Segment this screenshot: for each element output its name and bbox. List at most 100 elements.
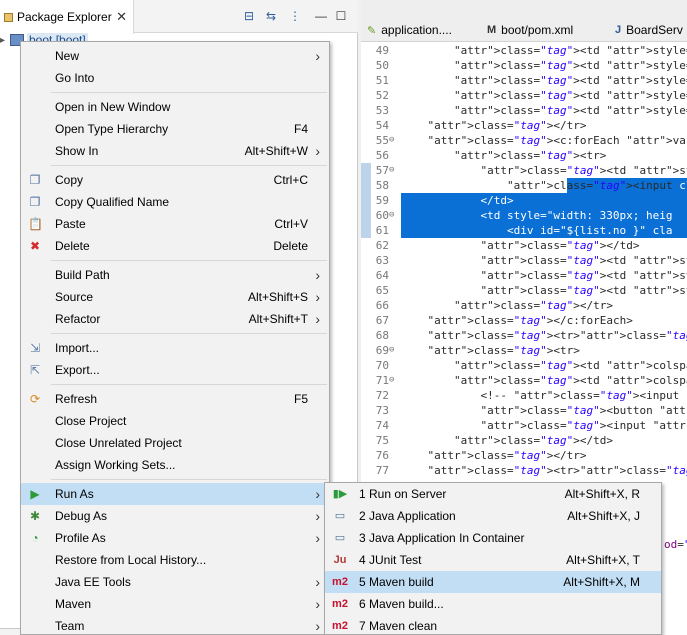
code-line[interactable]: 70 "attr">class="tag"><td "attr">colspan…	[361, 358, 687, 373]
code-line[interactable]: 60 ⊖ <td style="width: 330px; heig	[361, 208, 687, 223]
code-text: <td style="width: 330px; heig	[401, 209, 673, 222]
code-line[interactable]: 74 "attr">class="tag"><input "attr">type…	[361, 418, 687, 433]
menu-item-new[interactable]: New ›	[21, 45, 329, 67]
menu-item-label: Assign Working Sets...	[55, 458, 176, 472]
code-line[interactable]: 76 "attr">class="tag"></tr>	[361, 448, 687, 463]
code-line[interactable]: 67 "attr">class="tag"></c:forEach>	[361, 313, 687, 328]
menu-item-go-into[interactable]: Go Into	[21, 67, 329, 89]
submenu-item-5-maven-build[interactable]: m2 5 Maven build Alt+Shift+X, M	[325, 571, 661, 593]
chevron-right-icon: ›	[315, 486, 320, 502]
submenu-item-3-java-application-in-container[interactable]: ▭ 3 Java Application In Container	[325, 527, 661, 549]
code-line[interactable]: 50 "attr">class="tag"><td "attr">style="…	[361, 58, 687, 73]
code-line[interactable]: 52 "attr">class="tag"><td "attr">style="…	[361, 88, 687, 103]
menu-item-open-in-new-window[interactable]: Open in New Window	[21, 96, 329, 118]
menu-item-show-in[interactable]: Show In Alt+Shift+W ›	[21, 140, 329, 162]
fold-toggle-icon[interactable]: ⊖	[389, 163, 399, 178]
fold-toggle-icon[interactable]: ⊖	[389, 208, 399, 223]
menu-item-run-as[interactable]: ▶ Run As ›	[21, 483, 329, 505]
submenu-item-shortcut: Alt+Shift+X, J	[567, 509, 640, 523]
code-line[interactable]: 57⊖ "attr">class="tag"><td "attr">style=…	[361, 163, 687, 178]
menu-item-label: Close Project	[55, 414, 127, 428]
menu-item-import[interactable]: ⇲ Import...	[21, 337, 329, 359]
chevron-right-icon: ›	[315, 508, 320, 524]
code-line[interactable]: 62 "attr">class="tag"></td>	[361, 238, 687, 253]
submenu-item-2-java-application[interactable]: ▭ 2 Java Application Alt+Shift+X, J	[325, 505, 661, 527]
code-line[interactable]: 63 "attr">class="tag"><td "attr">style="…	[361, 253, 687, 268]
link-with-editor-icon[interactable]: ⇆	[264, 9, 278, 23]
package-explorer-title: Package Explorer	[17, 10, 112, 24]
submenu-item-6-maven-build[interactable]: m2 6 Maven build...	[325, 593, 661, 615]
minimize-icon[interactable]: —	[314, 9, 328, 23]
menu-item-team[interactable]: Team ›	[21, 615, 329, 635]
code-line[interactable]: 66 "attr">class="tag"></tr>	[361, 298, 687, 313]
code-line[interactable]: 72 <!-- "attr">class="tag"><input "attr"…	[361, 388, 687, 403]
submenu-item-7-maven-clean[interactable]: m2 7 Maven clean	[325, 615, 661, 635]
code-line[interactable]: 53 "attr">class="tag"><td "attr">style="…	[361, 103, 687, 118]
menu-item-delete[interactable]: ✖ Delete Delete	[21, 235, 329, 257]
menu-item-paste[interactable]: 📋 Paste Ctrl+V	[21, 213, 329, 235]
chevron-right-icon: ›	[315, 48, 320, 64]
code-line[interactable]: 55 ⊖ "attr">class="tag"><c:forEach "attr"…	[361, 133, 687, 148]
close-icon[interactable]: ✕	[116, 9, 127, 25]
chevron-down-icon[interactable]: ▸	[0, 35, 10, 46]
fold-toggle-icon[interactable]: ⊖	[389, 133, 399, 148]
code-text: "attr">class="tag"><input class="chkbox"…	[506, 179, 687, 192]
menu-item-build-path[interactable]: Build Path ›	[21, 264, 329, 286]
tab-pom[interactable]: M boot/pom.xml	[487, 20, 573, 40]
code-line[interactable]: 56 "attr">class="tag"><tr>	[361, 148, 687, 163]
menu-item-copy[interactable]: ❐ Copy Ctrl+C	[21, 169, 329, 191]
code-text: "attr">class="tag"><button "attr">formac…	[480, 404, 687, 417]
code-line[interactable]: 61 <div id="${list.no }" cla	[361, 223, 687, 238]
menu-item-export[interactable]: ⇱ Export...	[21, 359, 329, 381]
submenu-item-4-junit-test[interactable]: Ju 4 JUnit Test Alt+Shift+X, T	[325, 549, 661, 571]
code-text: "attr">class="tag"><td "attr">colspan=3 …	[453, 374, 687, 387]
menu-item-debug-as[interactable]: ✱ Debug As ›	[21, 505, 329, 527]
code-line[interactable]: 75 "attr">class="tag"></td>	[361, 433, 687, 448]
menu-item-close-unrelated-project[interactable]: Close Unrelated Project	[21, 432, 329, 454]
chevron-right-icon: ›	[315, 267, 320, 283]
menu-item-assign-working-sets[interactable]: Assign Working Sets...	[21, 454, 329, 476]
view-menu-icon[interactable]: ⋮	[288, 9, 302, 23]
code-line[interactable]: 68 "attr">class="tag"><tr>"attr">class="…	[361, 328, 687, 343]
maximize-icon[interactable]: ☐	[334, 9, 348, 23]
menu-item-close-project[interactable]: Close Project	[21, 410, 329, 432]
menu-item-java-ee-tools[interactable]: Java EE Tools ›	[21, 571, 329, 593]
menu-item-copy-qualified-name[interactable]: ❐ Copy Qualified Name	[21, 191, 329, 213]
code-line[interactable]: 64 "attr">class="tag"><td "attr">style="…	[361, 268, 687, 283]
code-line[interactable]: 77 "attr">class="tag"><tr>"attr">class="…	[361, 463, 687, 478]
menu-separator	[51, 92, 327, 93]
fold-toggle-icon[interactable]: ⊖	[389, 343, 399, 358]
submenu-item-shortcut: Alt+Shift+X, T	[566, 553, 640, 567]
java-file-icon: J	[615, 24, 622, 36]
code-line[interactable]: 58 "attr">class="tag"><input class="chkb…	[361, 178, 687, 193]
code-line[interactable]: 59 </td>	[361, 193, 687, 208]
code-line[interactable]: 54 "attr">class="tag"></tr>	[361, 118, 687, 133]
menu-item-open-type-hierarchy[interactable]: Open Type Hierarchy F4	[21, 118, 329, 140]
menu-item-maven[interactable]: Maven ›	[21, 593, 329, 615]
tab-boardservice[interactable]: J BoardServ	[615, 20, 683, 40]
code-line[interactable]: 51 "attr">class="tag"><td "attr">style="…	[361, 73, 687, 88]
submenu-item-1-run-on-server[interactable]: ▮▶ 1 Run on Server Alt+Shift+X, R	[325, 483, 661, 505]
code-line[interactable]: 69 ⊖ "attr">class="tag"><tr>	[361, 343, 687, 358]
code-line[interactable]: 73 "attr">class="tag"><button "attr">for…	[361, 403, 687, 418]
menu-item-profile-as[interactable]: ◔ Profile As ›	[21, 527, 329, 549]
line-number: 56	[375, 149, 389, 162]
package-explorer-tab[interactable]: Package Explorer ✕	[0, 0, 134, 34]
fold-toggle-icon[interactable]: ⊖	[389, 373, 399, 388]
junit-icon: Ju	[333, 554, 347, 566]
maven-icon: m2	[332, 576, 348, 588]
menu-item-refactor[interactable]: Refactor Alt+Shift+T ›	[21, 308, 329, 330]
menu-item-restore-from-local-history[interactable]: Restore from Local History...	[21, 549, 329, 571]
menu-item-label: Build Path	[55, 268, 110, 282]
menu-item-refresh[interactable]: ⟳ Refresh F5	[21, 388, 329, 410]
code-line[interactable]: 49 "attr">class="tag"><td "attr">style="…	[361, 43, 687, 58]
menu-item-label: New	[55, 49, 80, 63]
menu-item-source[interactable]: Source Alt+Shift+S ›	[21, 286, 329, 308]
collapse-all-icon[interactable]: ⊟	[242, 9, 256, 23]
code-line[interactable]: 71⊖ "attr">class="tag"><td "attr">colspa…	[361, 373, 687, 388]
tab-application[interactable]: ✎ application....	[367, 20, 452, 40]
code-text: "attr">class="tag"><td "attr">style="wid…	[453, 44, 687, 57]
code-line[interactable]: 65 "attr">class="tag"><td "attr">style="…	[361, 283, 687, 298]
line-number: 57	[375, 164, 389, 177]
line-number: 68	[375, 329, 389, 342]
